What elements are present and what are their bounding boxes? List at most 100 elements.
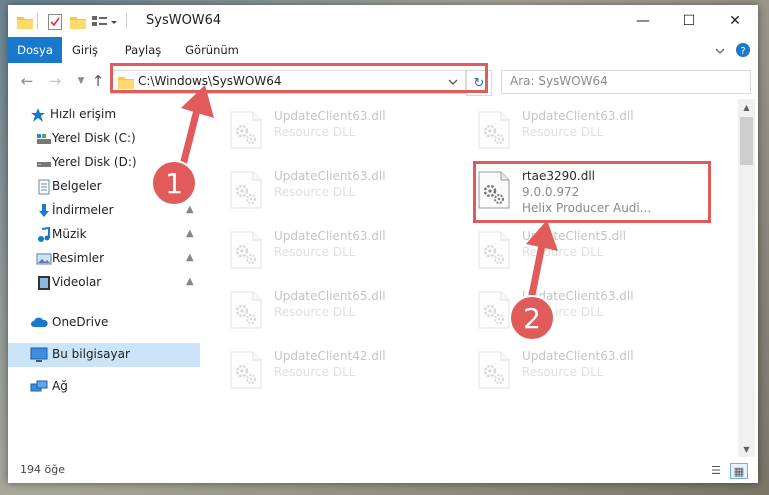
search-placeholder: Ara: SysWOW64 — [510, 74, 608, 88]
new-folder-icon[interactable] — [70, 13, 86, 31]
file-name: UpdateClient63.dll — [274, 229, 386, 243]
file-type: Resource DLL — [274, 125, 356, 139]
details-view-icon[interactable]: ☰ — [708, 463, 724, 477]
file-type: Resource DLL — [274, 305, 356, 319]
file-type: Resource DLL — [522, 365, 604, 379]
properties-icon[interactable] — [48, 13, 62, 31]
sidebar-item-label: Ağ — [52, 379, 68, 393]
navigation-bar: ← → ▼ ↑ C:\Windows\SysWOW64 ↻ Ara: SysWO… — [8, 63, 758, 99]
dll-file-icon — [230, 171, 262, 209]
dll-file-icon — [230, 291, 262, 329]
sidebar-item-documents[interactable]: Belgeler — [8, 175, 200, 199]
sidebar-item-pictures[interactable]: Resimler ▲ — [8, 247, 200, 271]
sidebar-item-local-disk-d[interactable]: Yerel Disk (D:) — [8, 151, 200, 175]
pin-icon[interactable]: ▲ — [186, 276, 196, 288]
dll-file-icon — [230, 231, 262, 269]
sidebar-item-label: Videolar — [52, 275, 102, 289]
tab-home[interactable]: Giriş — [65, 37, 105, 63]
file-description: Helix Producer Audi... — [522, 201, 652, 215]
title-bar: SysWOW64 — ☐ ✕ — [8, 5, 758, 37]
file-item[interactable]: UpdateClient5.dll Resource DLL — [474, 225, 714, 277]
sidebar-item-local-disk-c[interactable]: Yerel Disk (C:) ▲ — [8, 127, 200, 151]
pictures-icon — [36, 251, 52, 267]
drive-icon — [36, 131, 52, 147]
refresh-button[interactable]: ↻ — [466, 70, 492, 96]
tab-share[interactable]: Paylaş — [120, 37, 166, 63]
file-item[interactable]: UpdateClient63.dll Resource DLL — [226, 225, 466, 277]
address-bar[interactable]: C:\Windows\SysWOW64 — [111, 70, 466, 94]
documents-icon — [36, 179, 52, 195]
file-name: UpdateClient63.dll — [522, 109, 634, 123]
minimize-button[interactable]: — — [620, 5, 666, 37]
pin-icon[interactable]: ▲ — [186, 204, 196, 216]
pin-icon: ▲ — [186, 132, 194, 143]
maximize-button[interactable]: ☐ — [666, 5, 712, 37]
navigation-pane: Hızlı erişim Yerel Disk (C:) ▲ Yerel Dis… — [8, 99, 200, 457]
back-arrow-icon[interactable]: ← — [17, 71, 37, 91]
download-icon — [36, 203, 52, 219]
pin-icon[interactable]: ▲ — [186, 252, 196, 264]
file-item[interactable]: UpdateClient63.dll Resource DLL — [474, 105, 714, 157]
file-type: Resource DLL — [522, 245, 604, 259]
sidebar-item-downloads[interactable]: İndirmeler ▲ — [8, 199, 200, 223]
dll-file-icon — [478, 291, 510, 329]
sidebar-item-videos[interactable]: Videolar ▲ — [8, 271, 200, 295]
file-name: UpdateClient42.dll — [274, 349, 386, 363]
file-name: UpdateClient65.dll — [274, 289, 386, 303]
dll-file-icon — [478, 111, 510, 149]
pin-icon[interactable]: ▲ — [186, 228, 196, 240]
file-name: UpdateClient63.dll — [522, 289, 634, 303]
sidebar-item-music[interactable]: Müzik ▲ — [8, 223, 200, 247]
customize-toolbar-icon[interactable] — [92, 13, 118, 31]
sidebar-item-label: İndirmeler — [52, 203, 114, 217]
file-item[interactable]: UpdateClient63.dll Resource DLL — [474, 285, 714, 337]
scrollbar-thumb[interactable] — [740, 117, 753, 165]
vertical-scrollbar[interactable]: ▲ ▼ — [738, 99, 755, 457]
tab-file[interactable]: Dosya — [8, 37, 62, 63]
address-dropdown-icon[interactable] — [448, 76, 458, 90]
file-item[interactable]: UpdateClient63.dll Resource DLL — [226, 165, 466, 217]
sidebar-item-quick-access[interactable]: Hızlı erişim — [8, 103, 200, 127]
file-item[interactable]: UpdateClient63.dll Resource DLL — [226, 105, 466, 157]
sidebar-item-this-pc[interactable]: Bu bilgisayar — [8, 343, 200, 367]
dll-file-icon — [478, 231, 510, 269]
network-icon — [30, 379, 48, 395]
forward-arrow-icon[interactable]: → — [45, 71, 65, 91]
file-type: Resource DLL — [522, 305, 604, 319]
up-arrow-icon[interactable]: ↑ — [88, 71, 108, 91]
toolbar-divider — [37, 13, 38, 29]
file-item[interactable]: UpdateClient65.dll Resource DLL — [226, 285, 466, 337]
file-item[interactable]: UpdateClient63.dll Resource DLL — [474, 345, 714, 397]
item-count: 194 öğe — [20, 463, 65, 476]
scroll-up-arrow-icon[interactable]: ▲ — [738, 99, 755, 115]
file-type: Resource DLL — [274, 185, 356, 199]
dll-file-icon — [478, 171, 510, 209]
sidebar-item-label: OneDrive — [52, 315, 109, 329]
sidebar-item-label: Yerel Disk (D:) — [52, 155, 137, 169]
scroll-down-arrow-icon[interactable]: ▼ — [738, 441, 755, 457]
videos-icon — [36, 275, 52, 291]
dll-file-icon — [230, 351, 262, 389]
file-item[interactable]: UpdateClient42.dll Resource DLL — [226, 345, 466, 397]
sidebar-item-label: Belgeler — [52, 179, 102, 193]
ribbon-tabs: Dosya Giriş Paylaş Görünüm ? — [8, 37, 758, 63]
sidebar-item-label: Müzik — [52, 227, 87, 241]
music-icon — [36, 226, 52, 243]
chevron-down-icon[interactable] — [714, 45, 726, 55]
svg-text:?: ? — [740, 46, 745, 57]
help-icon[interactable]: ? — [736, 43, 750, 57]
search-input[interactable]: Ara: SysWOW64 — [501, 70, 751, 94]
toolbar-divider — [126, 13, 127, 29]
address-text[interactable]: C:\Windows\SysWOW64 — [138, 74, 282, 88]
sidebar-item-onedrive[interactable]: OneDrive — [8, 311, 200, 335]
file-name: UpdateClient63.dll — [274, 169, 386, 183]
sidebar-item-label: Resimler — [52, 251, 105, 265]
sidebar-item-network[interactable]: Ağ — [8, 375, 200, 399]
file-item[interactable]: rtae3290.dll 9.0.0.972 Helix Producer Audi… — [474, 165, 714, 217]
tiles-view-icon[interactable]: ▦ — [730, 463, 748, 479]
window-title: SysWOW64 — [146, 13, 222, 28]
close-button[interactable]: ✕ — [712, 5, 758, 37]
tab-view[interactable]: Görünüm — [182, 37, 242, 63]
star-icon — [30, 107, 46, 123]
folder-icon — [17, 13, 33, 31]
